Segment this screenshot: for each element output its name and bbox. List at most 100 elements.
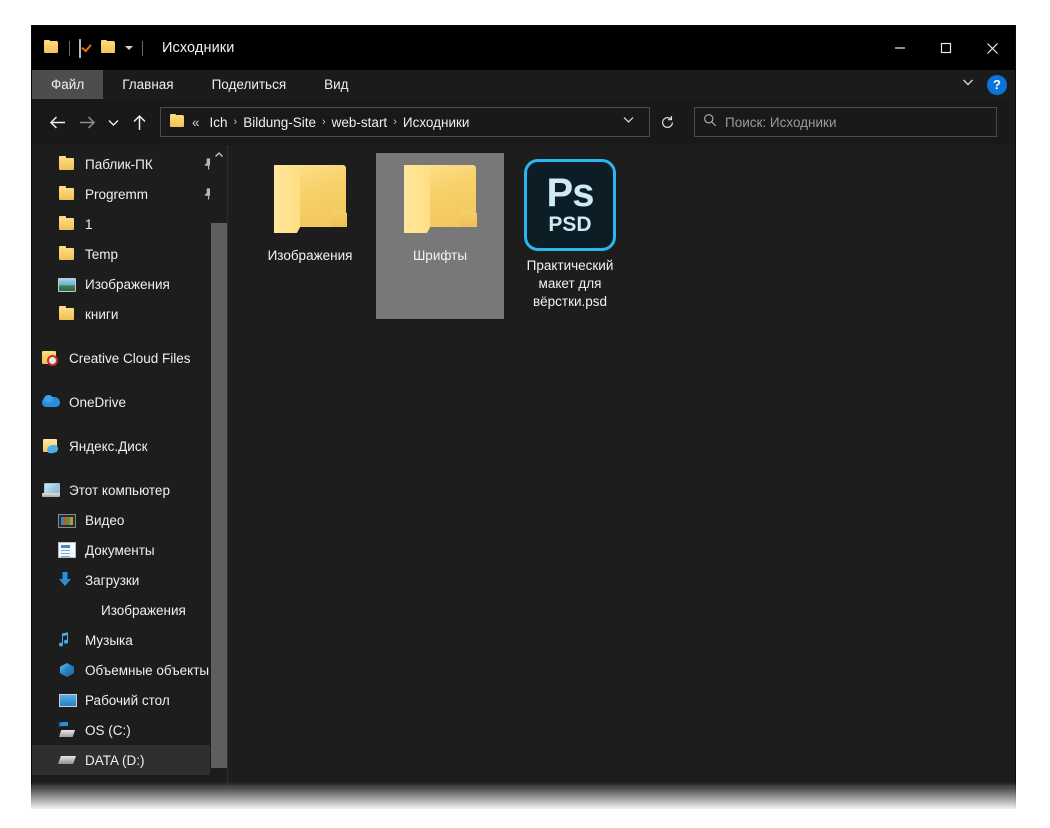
folder-icon [401,159,479,237]
video-icon [58,514,76,528]
search-box[interactable] [694,107,997,137]
downloads-icon [58,571,76,589]
folder-icon [58,245,76,263]
sidebar-item-18[interactable]: OS (C:) [32,715,228,745]
sidebar-item-label: Документы [85,542,155,558]
sidebar-item-label: Изображения [101,602,186,618]
tab-home[interactable]: Главная [103,70,192,99]
back-button[interactable] [42,107,72,137]
tab-view[interactable]: Вид [305,70,367,99]
scroll-up-icon[interactable] [210,145,228,164]
sidebar-item-9[interactable]: Яндекс.Диск [32,431,228,461]
sidebar-item-17[interactable]: Рабочий стол [32,685,228,715]
customize-qat-icon[interactable] [125,46,133,50]
help-icon[interactable]: ? [987,74,1007,95]
sidebar-item-label: Яндекс.Диск [69,438,148,454]
drive-icon [58,751,76,769]
nav-scrollbar[interactable] [210,145,228,808]
sidebar-item-label: Этот компьютер [69,482,170,498]
file-tiles: Изображения Шрифты Ps PSD Практический макет… [246,153,1015,319]
properties-icon[interactable] [79,39,95,58]
close-button[interactable] [969,26,1015,70]
breadcrumb-overflow[interactable]: « [186,115,205,130]
qat-divider [69,40,70,56]
explorer-window: Исходники Файл Главная Поделиться Вид ? [32,26,1015,808]
sidebar-item-2[interactable]: Progremm [32,179,228,209]
breadcrumb-item-4[interactable]: Исходники [398,115,475,130]
sidebar-item-15[interactable]: Музыка [32,625,228,655]
sidebar-item-3[interactable]: 1 [32,209,228,239]
sidebar-item-13[interactable]: Загрузки [32,565,228,595]
sidebar-item-19[interactable]: DATA (D:) [32,745,228,775]
sidebar-item-11[interactable]: Видео [32,505,228,535]
os-drive-icon [58,721,76,739]
file-list-pane[interactable]: Изображения Шрифты Ps PSD Практический макет… [228,145,1015,808]
sidebar-item-label: OneDrive [69,394,127,410]
sidebar-item-5[interactable]: Изображения [32,269,228,299]
psd-ext-label: PSD [548,213,592,236]
sidebar-item-label: Temp [85,246,119,262]
up-button[interactable] [124,107,154,137]
nav-scrollbar-thumb[interactable] [211,223,227,768]
navigation-list: Паблик-ПК Progremm 1 Temp Изображения книги Cr… [32,145,228,808]
psd-ps-label: Ps [546,171,595,215]
file-tile-3[interactable]: Ps PSD Практический макет для вёрстки.psd [506,153,634,319]
folder-icon [58,155,76,173]
quick-access-toolbar: Исходники [32,26,234,70]
yandex-disk-icon [42,437,60,455]
this-pc-icon [42,481,60,499]
file-tile-1[interactable]: Изображения [246,153,374,319]
recent-locations-icon[interactable] [102,107,124,137]
search-icon [703,113,717,132]
address-bar-row: « Ich › Bildung-Site › web-start › Исход… [32,99,1015,145]
folder-icon [58,215,76,233]
documents-icon [58,542,76,558]
sidebar-item-7[interactable]: Creative Cloud Files [32,343,228,373]
file-tile-label: Изображения [267,248,353,263]
breadcrumb-path: « Ich › Bildung-Site › web-start › Исход… [186,115,614,130]
tab-share[interactable]: Поделиться [193,70,306,99]
sidebar-item-16[interactable]: Объемные объекты [32,655,228,685]
sidebar-item-8[interactable]: OneDrive [32,387,228,417]
search-input[interactable] [725,114,988,130]
folder-icon [58,305,76,323]
breadcrumb-item-1[interactable]: Ich [205,115,233,130]
forward-button[interactable] [72,107,102,137]
file-tile-label: Шрифты [412,248,468,263]
breadcrumb-folder-icon [170,114,186,130]
sidebar-item-label: OS (C:) [85,722,131,738]
sidebar-item-label: Рабочий стол [85,692,170,708]
tab-file[interactable]: Файл [32,70,104,99]
sidebar-item-10[interactable]: Этот компьютер [32,475,228,505]
sidebar-item-6[interactable]: книги [32,299,228,329]
folder-icon [58,185,76,203]
sidebar-item-14[interactable]: Изображения [32,595,228,625]
chevron-down-icon[interactable] [961,75,975,94]
ribbon-right-controls: ? [961,70,1007,99]
new-folder-icon[interactable] [101,40,117,56]
window-controls [877,26,1015,70]
refresh-button[interactable] [652,107,682,137]
onedrive-icon [42,393,60,411]
sidebar-item-label: Progremm [85,186,149,202]
sidebar-item-4[interactable]: Temp [32,239,228,269]
breadcrumb-dropdown-icon[interactable] [614,113,643,131]
3d-objects-icon [58,661,76,679]
navigation-pane: Паблик-ПК Progremm 1 Temp Изображения книги Cr… [32,145,228,808]
breadcrumb-item-3[interactable]: web-start [327,115,393,130]
breadcrumb[interactable]: « Ich › Bildung-Site › web-start › Исход… [160,107,650,137]
file-tile-2[interactable]: Шрифты [376,153,504,319]
pictures-icon [58,278,76,292]
sidebar-item-label: Загрузки [85,572,140,588]
title-bar: Исходники [32,26,1015,70]
creative-cloud-icon [42,349,60,367]
folder-icon[interactable] [44,40,60,56]
sidebar-item-1[interactable]: Паблик-ПК [32,149,228,179]
explorer-body: Паблик-ПК Progremm 1 Temp Изображения книги Cr… [32,145,1015,808]
desktop-icon [58,691,77,709]
maximize-button[interactable] [923,26,969,70]
breadcrumb-item-2[interactable]: Bildung-Site [238,115,321,130]
sidebar-item-12[interactable]: Документы [32,535,228,565]
window-title: Исходники [162,40,235,56]
minimize-button[interactable] [877,26,923,70]
